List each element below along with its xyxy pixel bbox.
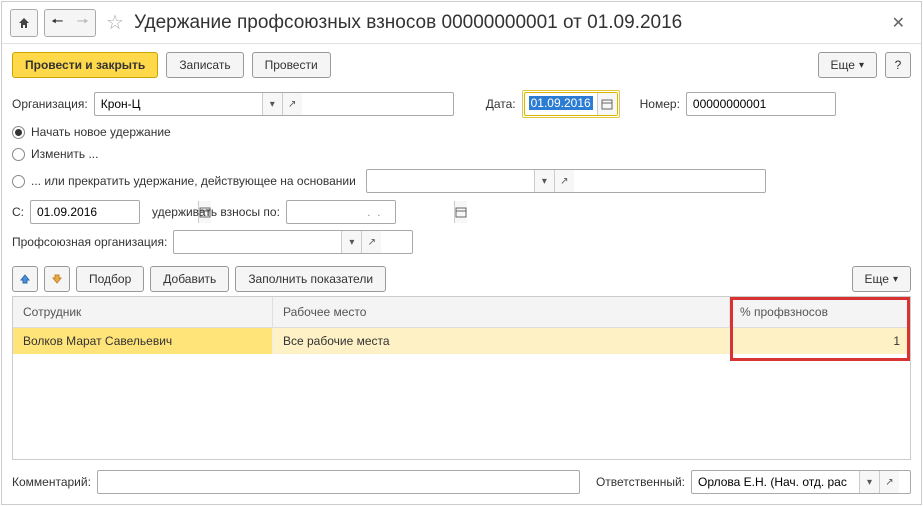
page-title: Удержание профсоюзных взносов 0000000000…	[134, 12, 878, 34]
open-icon[interactable]: ↗	[361, 231, 381, 253]
table-header: Сотрудник Рабочее место % профвзносов	[13, 297, 910, 328]
dropdown-icon[interactable]: ▾	[262, 93, 282, 115]
responsible-label: Ответственный:	[596, 475, 685, 489]
cell-workplace[interactable]: Все рабочие места	[273, 328, 730, 354]
add-button[interactable]: Добавить	[150, 266, 229, 292]
basis-input[interactable]	[367, 170, 534, 192]
back-icon[interactable]: 🠔	[45, 11, 70, 35]
save-button[interactable]: Записать	[166, 52, 243, 78]
dropdown-icon[interactable]: ▾	[341, 231, 361, 253]
pick-button[interactable]: Подбор	[76, 266, 144, 292]
date-field[interactable]: 01.09.2016	[524, 92, 618, 116]
union-label: Профсоюзная организация:	[12, 235, 167, 249]
home-button[interactable]	[10, 9, 38, 37]
radio-new-label: Начать новое удержание	[31, 125, 171, 139]
radio-change[interactable]: Изменить ...	[12, 146, 911, 162]
radio-change-label: Изменить ...	[31, 147, 98, 161]
dropdown-icon[interactable]: ▾	[859, 471, 879, 493]
from-date-field[interactable]	[30, 200, 140, 224]
fill-indicators-button[interactable]: Заполнить показатели	[235, 266, 386, 292]
calendar-icon[interactable]	[454, 201, 467, 223]
responsible-field[interactable]: ▾ ↗	[691, 470, 911, 494]
forward-icon[interactable]: 🠖	[71, 11, 96, 35]
employees-table[interactable]: Сотрудник Рабочее место % профвзносов Во…	[12, 296, 911, 460]
until-label: удерживать взносы по:	[152, 205, 280, 219]
until-date-input[interactable]	[287, 201, 454, 223]
radio-stop[interactable]: ... или прекратить удержание, действующе…	[12, 168, 911, 194]
union-field[interactable]: ▾ ↗	[173, 230, 413, 254]
from-label: С:	[12, 205, 24, 219]
radio-new-deduction[interactable]: Начать новое удержание	[12, 124, 911, 140]
open-icon[interactable]: ↗	[879, 471, 899, 493]
table-row[interactable]: Волков Марат Савельевич Все рабочие мест…	[13, 328, 910, 354]
number-field[interactable]	[686, 92, 836, 116]
number-label: Номер:	[640, 97, 680, 111]
org-field[interactable]: ▾ ↗	[94, 92, 454, 116]
move-up-button[interactable]	[12, 266, 38, 292]
cell-percent[interactable]: 1	[730, 328, 910, 354]
org-label: Организация:	[12, 97, 88, 111]
number-input[interactable]	[687, 93, 854, 115]
org-input[interactable]	[95, 93, 262, 115]
nav-back-forward[interactable]: 🠔 🠖	[44, 9, 96, 37]
post-and-close-button[interactable]: Провести и закрыть	[12, 52, 158, 78]
col-employee[interactable]: Сотрудник	[13, 297, 273, 327]
favorite-star-icon[interactable]: ☆	[102, 10, 128, 35]
col-percent[interactable]: % профвзносов	[730, 297, 910, 327]
calendar-icon[interactable]	[597, 93, 617, 115]
open-icon[interactable]: ↗	[282, 93, 302, 115]
date-label: Дата:	[486, 97, 516, 111]
radio-icon[interactable]	[12, 148, 25, 161]
more-button[interactable]: Еще	[818, 52, 877, 78]
comment-field[interactable]	[97, 470, 580, 494]
cell-employee[interactable]: Волков Марат Савельевич	[13, 328, 273, 354]
comment-input[interactable]	[98, 471, 265, 493]
open-icon[interactable]: ↗	[554, 170, 574, 192]
radio-stop-label: ... или прекратить удержание, действующе…	[31, 174, 356, 188]
table-more-button[interactable]: Еще	[852, 266, 911, 292]
union-input[interactable]	[174, 231, 341, 253]
dropdown-icon[interactable]: ▾	[534, 170, 554, 192]
responsible-input[interactable]	[692, 471, 859, 493]
col-workplace[interactable]: Рабочее место	[273, 297, 730, 327]
radio-icon[interactable]	[12, 175, 25, 188]
radio-icon[interactable]	[12, 126, 25, 139]
close-icon[interactable]: ✕	[884, 9, 913, 37]
move-down-button[interactable]	[44, 266, 70, 292]
post-button[interactable]: Провести	[252, 52, 331, 78]
help-button[interactable]: ?	[885, 52, 911, 78]
basis-field[interactable]: ▾ ↗	[366, 169, 766, 193]
comment-label: Комментарий:	[12, 475, 91, 489]
until-date-field[interactable]	[286, 200, 396, 224]
date-value[interactable]: 01.09.2016	[529, 96, 593, 110]
